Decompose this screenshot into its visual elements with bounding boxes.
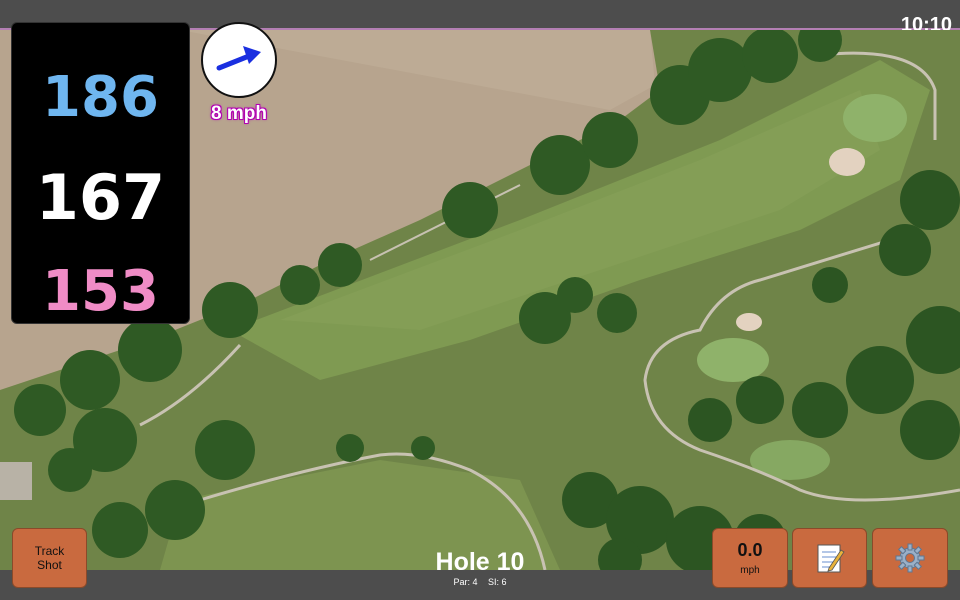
center-of-green-distance: 167 bbox=[35, 161, 166, 234]
speed-button[interactable]: 0.0 mph bbox=[712, 528, 788, 588]
front-of-green-distance: 153 bbox=[42, 259, 159, 324]
par-label: Par: 4 bbox=[453, 577, 478, 587]
speed-value: 0.0 bbox=[737, 540, 763, 560]
notes-button[interactable] bbox=[792, 528, 867, 588]
stroke-index-label: SI: 6 bbox=[488, 577, 507, 587]
yardage-panel: 186 167 153 bbox=[11, 22, 190, 324]
wind-speed-label: 8 mph bbox=[211, 103, 267, 124]
hole-title: Hole 10 bbox=[435, 548, 525, 576]
notepad-icon bbox=[817, 544, 845, 573]
gear-icon bbox=[895, 543, 925, 573]
track-shot-button[interactable]: Track Shot bbox=[12, 528, 87, 588]
wind-indicator bbox=[201, 22, 277, 98]
hole-info: Par: 4 SI: 6 bbox=[400, 577, 560, 587]
speed-unit: mph bbox=[740, 565, 760, 576]
back-of-green-distance: 186 bbox=[42, 65, 159, 130]
settings-button[interactable] bbox=[872, 528, 948, 588]
track-shot-label-line2: Shot bbox=[37, 558, 62, 572]
wind-direction-arrow-icon bbox=[216, 46, 261, 71]
track-shot-label-line1: Track bbox=[34, 544, 65, 558]
